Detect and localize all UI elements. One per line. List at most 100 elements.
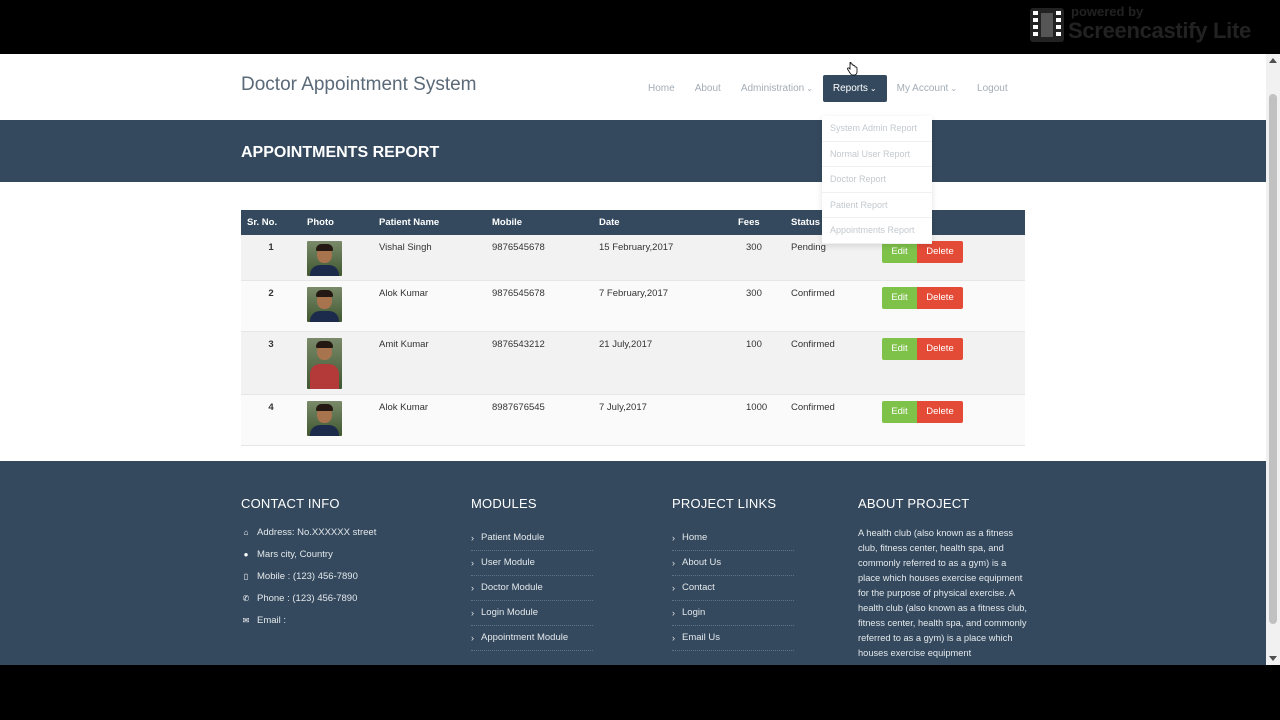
nav-my-account[interactable]: My Account ⌄ [887, 75, 967, 102]
cell-mobile: 9876545678 [492, 242, 545, 253]
chevron-right-icon: › [471, 533, 474, 543]
footer-link-login[interactable]: › Login [672, 601, 794, 626]
cell-mobile: 9876545678 [492, 288, 545, 299]
nav-my-account-label: My Account [896, 83, 949, 94]
envelope-icon: ✉ [242, 616, 250, 625]
chevron-right-icon: › [471, 608, 474, 618]
nav-logout[interactable]: Logout [967, 75, 1018, 102]
cell-name: Vishal Singh [379, 242, 432, 253]
cell-mobile: 8987676545 [492, 402, 545, 413]
page-scrollbar[interactable] [1266, 54, 1280, 665]
contact-text: Email : [257, 615, 287, 626]
header-fees: Fees [738, 217, 760, 228]
nav-logout-label: Logout [977, 83, 1008, 94]
scrollbar-thumb[interactable] [1269, 94, 1277, 624]
edit-button[interactable]: Edit [882, 338, 917, 360]
cell-sr-no: 2 [268, 288, 274, 299]
contact-line-mobile: ▯ Mobile : (123) 456-7890 [241, 571, 358, 582]
home-icon: ⌂ [243, 528, 249, 537]
cell-fees: 300 [746, 242, 762, 253]
contact-text: Address: No.XXXXXX street [257, 527, 377, 538]
edit-button[interactable]: Edit [882, 401, 917, 423]
menu-item-normal-user-report[interactable]: Normal User Report [822, 142, 932, 167]
film-strip-icon [1030, 8, 1064, 42]
nav-reports[interactable]: Reports ⌄ [822, 75, 887, 102]
footer-link-label: Patient Module [481, 532, 545, 543]
table-row: 4 Alok Kumar 8987676545 7 July,2017 1000 Conf… [241, 395, 1025, 446]
cell-fees: 100 [746, 339, 762, 350]
delete-button[interactable]: Delete [917, 241, 963, 263]
menu-item-patient-report[interactable]: Patient Report [822, 193, 932, 218]
patient-photo [307, 287, 342, 322]
footer-link-label: Contact [682, 582, 715, 593]
cell-fees: 1000 [746, 402, 768, 413]
chevron-right-icon: › [471, 633, 474, 643]
contact-info-title: CONTACT INFO [241, 496, 340, 511]
footer-link-appointment-module[interactable]: › Appointment Module [471, 626, 593, 651]
header-patient-name: Patient Name [379, 217, 440, 228]
project-links-list: › Home › About Us › Contact › Login › Email Us [672, 526, 794, 651]
page-title: APPOINTMENTS REPORT [241, 144, 440, 161]
footer-link-user-module[interactable]: › User Module [471, 551, 593, 576]
delete-button[interactable]: Delete [917, 338, 963, 360]
appointments-table: Sr. No. Photo Patient Name Mobile Date F… [241, 210, 1025, 446]
header-date: Date [599, 217, 620, 228]
header-photo: Photo [307, 217, 334, 228]
nav-home[interactable]: Home [638, 75, 685, 102]
header-sr-no: Sr. No. [247, 217, 278, 228]
chevron-down-icon: ⌄ [950, 84, 958, 93]
footer-link-label: Login [682, 607, 706, 618]
modules-list: › Patient Module › User Module › Doctor Modul… [471, 526, 593, 651]
nav-about[interactable]: About [685, 75, 731, 102]
project-links-title: PROJECT LINKS [672, 496, 777, 511]
chevron-right-icon: › [672, 633, 675, 643]
footer-link-doctor-module[interactable]: › Doctor Module [471, 576, 593, 601]
menu-item-system-admin-report[interactable]: System Admin Report [822, 116, 932, 142]
nav-administration[interactable]: Administration ⌄ [731, 75, 823, 102]
globe-icon: ● [243, 550, 249, 559]
scroll-down-arrow-icon[interactable] [1269, 656, 1277, 661]
cell-status: Confirmed [791, 288, 835, 299]
about-project-title: ABOUT PROJECT [858, 496, 970, 511]
main-nav: Home About Administration ⌄ Reports ⌄ My Accou… [638, 75, 1018, 102]
scroll-up-arrow-icon[interactable] [1269, 58, 1277, 63]
footer-link-label: Doctor Module [481, 582, 543, 593]
table-row: 3 Amit Kumar 9876543212 21 July,2017 100 Conf… [241, 332, 1025, 395]
chevron-right-icon: › [672, 583, 675, 593]
site-brand[interactable]: Doctor Appointment System [241, 74, 477, 96]
footer-link-home[interactable]: › Home [672, 526, 794, 551]
edit-button[interactable]: Edit [882, 241, 917, 263]
cell-date: 21 July,2017 [599, 339, 653, 350]
footer-link-login-module[interactable]: › Login Module [471, 601, 593, 626]
menu-item-appointments-report[interactable]: Appointments Report [822, 218, 932, 244]
cell-date: 7 July,2017 [599, 402, 647, 413]
delete-button[interactable]: Delete [917, 287, 963, 309]
edit-button[interactable]: Edit [882, 287, 917, 309]
footer-link-label: Email Us [682, 632, 721, 643]
cell-sr-no: 3 [268, 339, 274, 350]
reports-dropdown-menu: System Admin Report Normal User Report Doc… [822, 116, 932, 244]
footer-link-label: Home [682, 532, 708, 543]
patient-photo [307, 241, 342, 276]
footer-link-label: User Module [481, 557, 535, 568]
footer-link-patient-module[interactable]: › Patient Module [471, 526, 593, 551]
screencastify-watermark: powered by Screencastify Lite [1030, 4, 1270, 44]
table-body: 1 Vishal Singh 9876545678 15 February,2017 3… [241, 235, 1025, 446]
contact-text: Phone : (123) 456-7890 [257, 593, 358, 604]
footer-link-about-us[interactable]: › About Us [672, 551, 794, 576]
cell-date: 7 February,2017 [599, 288, 669, 299]
cell-status: Confirmed [791, 402, 835, 413]
cell-status: Confirmed [791, 339, 835, 350]
chevron-down-icon: ⌄ [806, 84, 813, 93]
nav-reports-label: Reports [832, 83, 868, 94]
footer-link-email-us[interactable]: › Email Us [672, 626, 794, 651]
contact-line-globe: ● Mars city, Country [241, 549, 333, 560]
footer-link-contact[interactable]: › Contact [672, 576, 794, 601]
menu-item-doctor-report[interactable]: Doctor Report [822, 167, 932, 193]
cell-name: Alok Kumar [379, 402, 429, 413]
contact-line-envelope: ✉ Email : [241, 615, 286, 626]
delete-button[interactable]: Delete [917, 401, 963, 423]
site-header: Doctor Appointment System Home About Admin… [0, 54, 1266, 120]
chevron-right-icon: › [672, 533, 675, 543]
chevron-right-icon: › [471, 583, 474, 593]
